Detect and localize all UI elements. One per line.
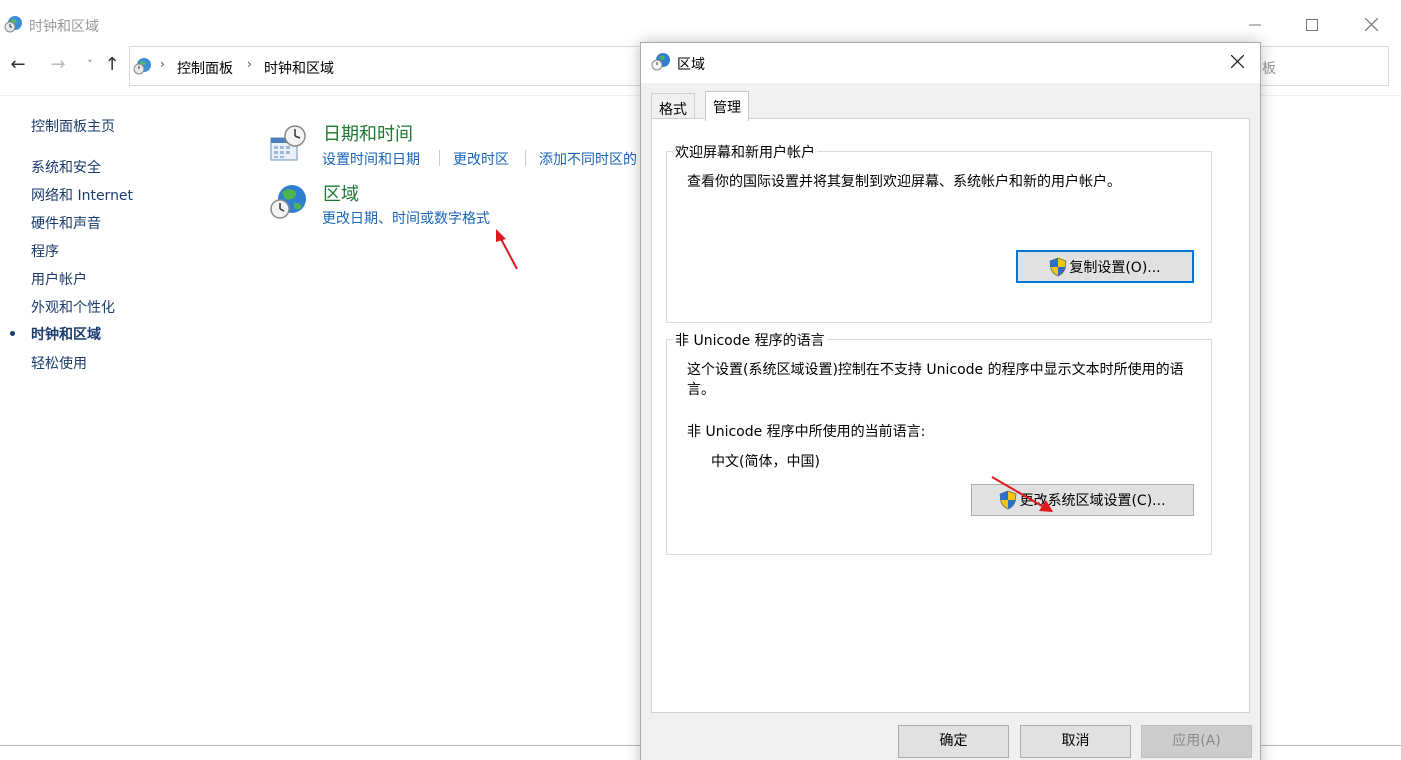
- title-bar: 时钟和区域: [0, 4, 1401, 42]
- close-icon: [1364, 17, 1378, 32]
- sidebar-item-home[interactable]: 控制面板主页: [31, 116, 115, 136]
- cancel-button[interactable]: 取消: [1020, 725, 1131, 758]
- sidebar-item-appearance[interactable]: 外观和个性化: [31, 297, 115, 317]
- breadcrumb-control-panel[interactable]: 控制面板: [177, 58, 233, 78]
- clock-region-icon: [133, 58, 151, 75]
- dialog-close-button[interactable]: [1219, 49, 1255, 77]
- apply-button[interactable]: 应用(A): [1141, 725, 1252, 758]
- category-title-date-time[interactable]: 日期和时间: [323, 120, 413, 146]
- ok-button[interactable]: 确定: [898, 725, 1009, 758]
- up-button[interactable]: ↑: [101, 54, 123, 76]
- tab-administrative[interactable]: 管理: [705, 91, 749, 121]
- sidebar-item-network[interactable]: 网络和 Internet: [31, 185, 133, 205]
- sidebar-item-user-accounts[interactable]: 用户帐户: [31, 269, 87, 289]
- group-legend-welcome: 欢迎屏幕和新用户帐户: [673, 142, 817, 162]
- clock-region-icon: [4, 16, 22, 33]
- breadcrumb-clock-region[interactable]: 时钟和区域: [264, 58, 334, 78]
- annotation-arrow: [496, 229, 518, 270]
- link-add-clocks[interactable]: 添加不同时区的: [539, 149, 637, 169]
- search-placeholder: 板: [1262, 61, 1276, 77]
- welcome-description: 查看你的国际设置并将其复制到欢迎屏幕、系统帐户和新的用户帐户。: [687, 174, 1121, 190]
- tab-format[interactable]: 格式: [651, 93, 695, 119]
- link-separator: [525, 150, 526, 166]
- forward-button[interactable]: →: [47, 54, 69, 76]
- category-title-region[interactable]: 区域: [323, 180, 359, 206]
- maximize-button[interactable]: [1289, 12, 1335, 40]
- uac-shield-icon: [1049, 257, 1067, 276]
- minimize-button[interactable]: [1232, 12, 1278, 40]
- sidebar-item-clock-region[interactable]: 时钟和区域: [31, 324, 101, 344]
- link-separator: [439, 150, 440, 166]
- current-item-bullet: [10, 331, 15, 336]
- link-change-formats[interactable]: 更改日期、时间或数字格式: [322, 208, 490, 228]
- sidebar-item-programs[interactable]: 程序: [31, 241, 59, 261]
- dialog-title-bar: 区域: [641, 43, 1260, 83]
- non-unicode-group: 非 Unicode 程序的语言 这个设置(系统区域设置)控制在不支持 Unico…: [666, 330, 1212, 555]
- link-set-time-date[interactable]: 设置时间和日期: [322, 149, 420, 169]
- chevron-right-icon[interactable]: ›: [247, 57, 252, 71]
- window-title: 时钟和区域: [29, 19, 99, 35]
- link-change-timezone[interactable]: 更改时区: [453, 149, 509, 169]
- annotation-arrow: [991, 476, 1053, 512]
- tab-panel-administrative: 欢迎屏幕和新用户帐户 查看你的国际设置并将其复制到欢迎屏幕、系统帐户和新的用户帐…: [651, 118, 1250, 713]
- sidebar-item-ease-of-access[interactable]: 轻松使用: [31, 353, 87, 373]
- recent-locations-button[interactable]: ˅: [79, 54, 101, 76]
- non-unicode-description: 这个设置(系统区域设置)控制在不支持 Unicode 的程序中显示文本时所使用的…: [687, 362, 1184, 398]
- chevron-right-icon[interactable]: ›: [160, 57, 165, 71]
- sidebar-item-system-security[interactable]: 系统和安全: [31, 157, 101, 177]
- welcome-screen-group: 欢迎屏幕和新用户帐户 查看你的国际设置并将其复制到欢迎屏幕、系统帐户和新的用户帐…: [666, 142, 1212, 323]
- close-button[interactable]: [1348, 12, 1394, 40]
- close-icon: [1230, 54, 1244, 69]
- globe-clock-icon: [651, 53, 670, 71]
- dialog-title: 区域: [677, 57, 705, 73]
- sidebar-item-hardware-sound[interactable]: 硬件和声音: [31, 213, 101, 233]
- minimize-icon: [1249, 24, 1261, 26]
- maximize-icon: [1306, 19, 1318, 31]
- region-dialog: 区域 格式 管理 欢迎屏幕和新用户帐户 查看你的国际设置并将其复制到欢迎屏幕、系…: [640, 42, 1261, 760]
- group-legend-non-unicode: 非 Unicode 程序的语言: [673, 330, 827, 350]
- copy-settings-button[interactable]: 复制设置(O)...: [1016, 250, 1194, 283]
- back-button[interactable]: ←: [7, 54, 29, 76]
- address-bar[interactable]: › 控制面板 › 时钟和区域: [129, 46, 649, 86]
- search-input[interactable]: 板: [1260, 46, 1389, 86]
- globe-clock-icon: [270, 185, 306, 219]
- current-language-label: 非 Unicode 程序中所使用的当前语言:: [687, 424, 926, 440]
- current-language-value: 中文(简体，中国): [711, 454, 820, 470]
- calendar-clock-icon: [270, 125, 306, 161]
- copy-settings-label: 复制设置(O)...: [1069, 259, 1161, 276]
